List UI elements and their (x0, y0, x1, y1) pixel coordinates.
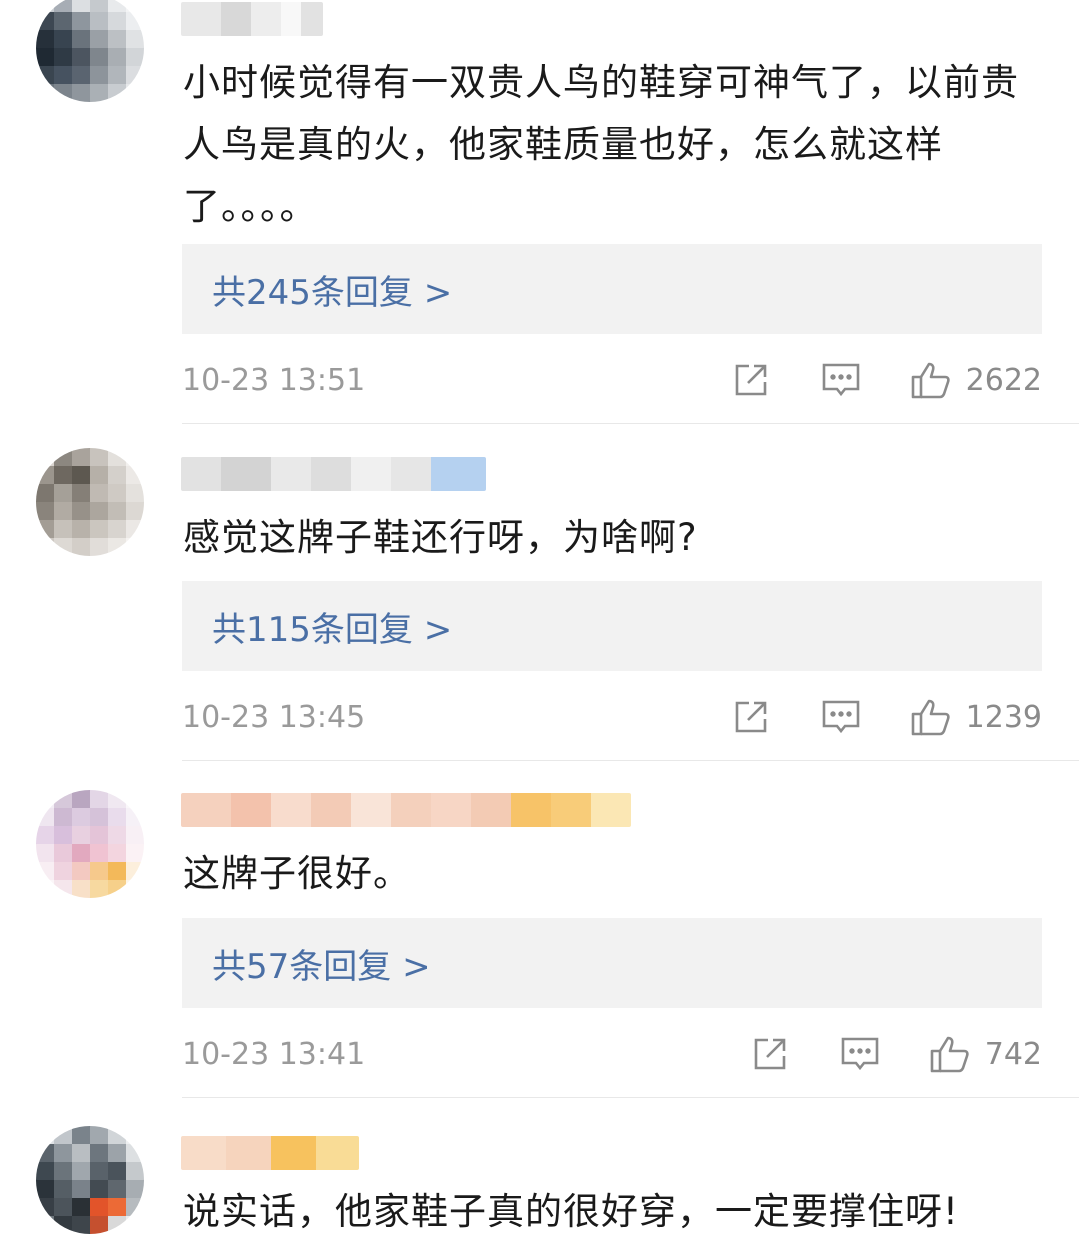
comment-meta: 10-23 13:45 1239 (182, 692, 1042, 742)
view-replies-button[interactable]: 共115条回复 > (182, 581, 1042, 671)
username[interactable] (181, 2, 323, 36)
comment-text: 感觉这牌子鞋还行呀，为啥啊? (183, 516, 698, 559)
like-count: 1239 (965, 699, 1042, 735)
comment-icon[interactable] (820, 359, 862, 401)
avatar[interactable] (36, 790, 144, 898)
comment-text: 小时候觉得有一双贵人鸟的鞋穿可神气了，以前贵人鸟是真的火，他家鞋质量也好，怎么就… (183, 61, 1019, 228)
view-replies-button[interactable]: 共57条回复 > (182, 918, 1042, 1008)
timestamp: 10-23 13:41 (182, 1036, 366, 1072)
comment-meta: 10-23 13:51 2622 (182, 355, 1042, 405)
share-icon[interactable] (730, 359, 772, 401)
comment-meta: 10-23 13:41 742 (182, 1029, 1042, 1079)
avatar[interactable] (36, 448, 144, 556)
comment-icon[interactable] (820, 696, 862, 738)
divider (182, 423, 1079, 424)
divider (182, 1097, 1079, 1098)
comment-text: 说实话，他家鞋子真的很好穿，一定要撑住呀! (183, 1190, 959, 1233)
avatar[interactable] (36, 0, 144, 102)
username[interactable] (181, 793, 631, 827)
like-button[interactable]: 1239 (910, 696, 1042, 738)
timestamp: 10-23 13:51 (182, 362, 366, 398)
like-count: 742 (984, 1036, 1042, 1072)
like-button[interactable]: 742 (929, 1033, 1042, 1075)
like-button[interactable]: 2622 (910, 359, 1042, 401)
thumbs-up-icon (929, 1033, 971, 1075)
comment-text: 这牌子很好。 (183, 852, 411, 895)
timestamp: 10-23 13:45 (182, 699, 366, 735)
divider (182, 760, 1079, 761)
share-icon[interactable] (730, 696, 772, 738)
like-count: 2622 (965, 362, 1042, 398)
username[interactable] (181, 457, 486, 491)
view-replies-button[interactable]: 共245条回复 > (182, 244, 1042, 334)
thumbs-up-icon (910, 359, 952, 401)
thumbs-up-icon (910, 696, 952, 738)
avatar[interactable] (36, 1126, 144, 1234)
share-icon[interactable] (749, 1033, 791, 1075)
username[interactable] (181, 1136, 359, 1170)
comment-icon[interactable] (839, 1033, 881, 1075)
